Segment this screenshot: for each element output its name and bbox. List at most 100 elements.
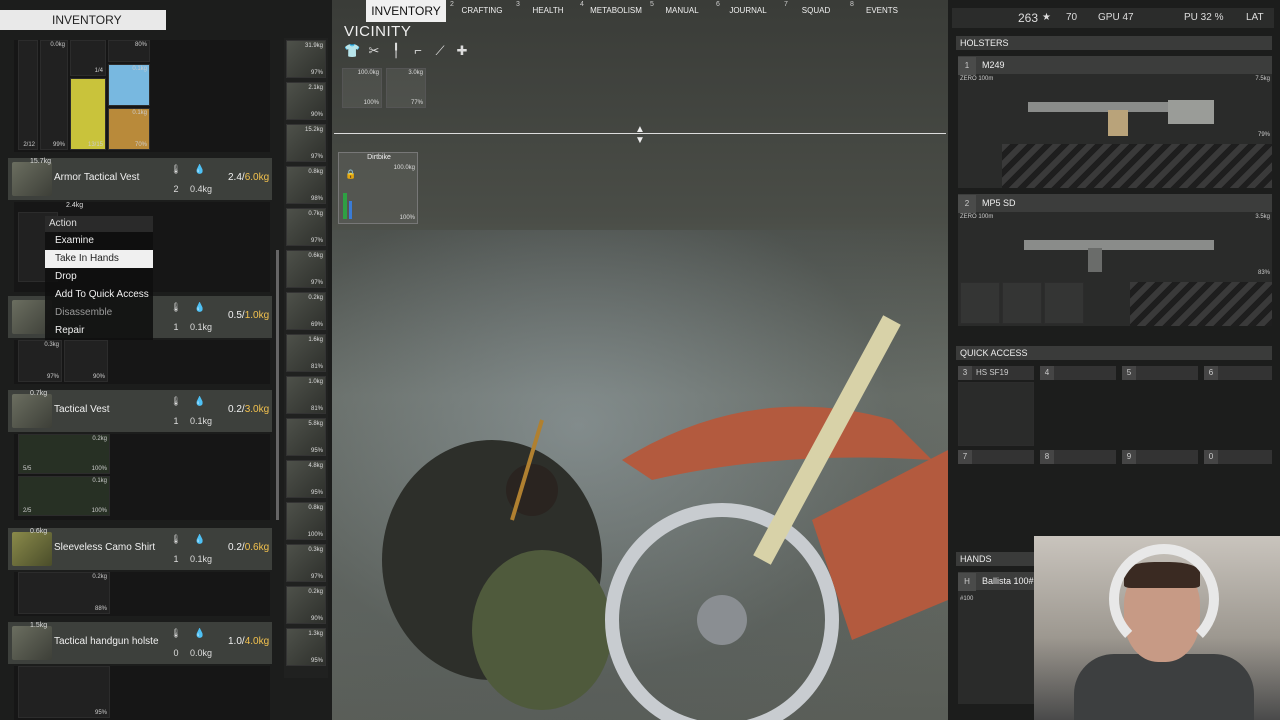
temperature-icon: 🌡 — [170, 164, 182, 174]
container-armor-vest[interactable]: 15.7kg Armor Tactical Vest 🌡 2 💧 0.4kg 2… — [8, 158, 272, 200]
inventory-scrollbar[interactable] — [276, 250, 279, 520]
quick-slot-6[interactable]: 6 — [1204, 366, 1272, 380]
menu-item-take-in-hands[interactable]: Take In Hands — [45, 250, 153, 268]
quick-slot-8[interactable]: 8 — [1040, 450, 1116, 464]
quick-slot-7[interactable]: 7 — [958, 450, 1034, 464]
knife-filter-icon[interactable]: ╿ — [388, 43, 404, 59]
inventory-item-seeds[interactable]: 0.1kg 100% 2/5 — [18, 476, 110, 516]
shirt-grid: 0.3kg 97% 90% — [14, 340, 270, 384]
container-capacity: 2.4/6.0kg — [228, 172, 270, 183]
equipment-slot[interactable]: 0.2kg 90% — [286, 586, 326, 624]
medical-filter-icon[interactable]: ✚ — [454, 43, 470, 59]
equipment-slot[interactable]: 31.9kg 97% — [286, 40, 326, 78]
inventory-item-small[interactable]: 1/4 — [70, 40, 106, 76]
weapon-attachments-grid — [1130, 282, 1272, 326]
equipment-slot[interactable]: 5.8kg 95% — [286, 418, 326, 456]
equipment-strip: 31.9kg 97% 2.1kg 90% 15.2kg 97% 0.8kg 98% 0.7kg 9… — [284, 38, 328, 678]
armor-vest-thumbnail — [12, 162, 52, 196]
container-camo-shirt[interactable]: 0.6kg Sleeveless Camo Shirt 🌡 1 💧 0.1kg … — [8, 528, 272, 570]
inventory-item-knife[interactable]: 0.0kg 99% — [40, 40, 68, 150]
equipment-slot[interactable]: 1.6kg 81% — [286, 334, 326, 372]
inventory-item-canteen[interactable]: 13/15 — [70, 78, 106, 150]
tactical-vest-thumbnail — [12, 394, 52, 428]
weapon-slot-primary[interactable]: 1 M249 ZERO 100m 7.5kg 79% — [958, 56, 1272, 188]
hands-slot[interactable]: H Ballista 100# #100 — [958, 572, 1038, 704]
equipment-slot[interactable]: 2.1kg 90% — [286, 82, 326, 120]
tab-inventory[interactable]: INVENTORY — [366, 0, 446, 22]
vehicle-dirtbike-card[interactable]: Dirtbike 100.0kg 🔒 100% — [338, 152, 418, 224]
attachment-slot-mount[interactable] — [1002, 282, 1042, 324]
tab-health[interactable]: 3 HEALTH — [516, 0, 572, 22]
equipment-slot[interactable]: 0.7kg 97% — [286, 208, 326, 246]
quick-slot-0[interactable]: 0 — [1204, 450, 1272, 464]
quick-item-pistol[interactable] — [958, 382, 1034, 446]
tab-journal[interactable]: 6 JOURNAL — [716, 0, 772, 22]
equipment-slot[interactable]: 0.2kg 69% — [286, 292, 326, 330]
temperature-icon: 🌡 — [170, 628, 182, 638]
vicinity-item-dirtbike[interactable]: 100.0kg 100% — [342, 68, 382, 108]
resize-handle-icon[interactable]: ▲ ▼ — [632, 124, 648, 146]
tab-events[interactable]: 8 EVENTS — [850, 0, 906, 22]
holster-grid: 95% — [14, 666, 270, 720]
player-body — [472, 550, 612, 710]
inventory-item-wrench[interactable]: 0.3kg 97% — [18, 340, 62, 382]
tab-metabolism[interactable]: 4 METABOLISM — [580, 0, 644, 22]
equipment-slot[interactable]: 0.8kg 100% — [286, 502, 326, 540]
container-tactical-vest[interactable]: 0.7kg Tactical Vest 🌡 1 💧 0.1kg 0.2/3.0k… — [8, 390, 272, 432]
attachment-slot-rail[interactable] — [960, 282, 1000, 324]
camo-shirt-grid: 0.2kg 88% — [14, 572, 270, 616]
equipment-slot[interactable]: 1.0kg 81% — [286, 376, 326, 414]
temperature-icon: 🌡 — [170, 396, 182, 406]
menu-item-add-quick-access[interactable]: Add To Quick Access — [45, 286, 153, 304]
context-menu-header: Action — [45, 216, 153, 232]
streamer-webcam — [1034, 536, 1280, 720]
tab-squad[interactable]: 7 SQUAD — [784, 0, 840, 22]
quick-slot-4[interactable]: 4 — [1040, 366, 1116, 380]
pistol-filter-icon[interactable]: ⌐ — [410, 43, 426, 59]
temperature-icon: 🌡 — [170, 302, 182, 312]
shirt-filter-icon[interactable]: 👕 — [344, 43, 360, 59]
container-capacity: 0.5/1.0kg — [228, 310, 270, 321]
melee-filter-icon[interactable]: ✂ — [366, 43, 382, 59]
menu-item-repair[interactable]: Repair — [45, 322, 153, 340]
inventory-item-water[interactable]: 0.1kg — [108, 64, 150, 106]
weapon-slot-secondary[interactable]: 2 MP5 SD ZERO 100m 3.5kg 83% — [958, 194, 1272, 326]
game-world-view — [332, 0, 948, 720]
inventory-item-rod[interactable]: 2/12 — [18, 40, 38, 150]
menu-item-examine[interactable]: Examine — [45, 232, 153, 250]
quick-slot-9[interactable]: 9 — [1122, 450, 1198, 464]
inventory-item-seeds[interactable]: 0.2kg 100% 5/5 — [18, 434, 110, 474]
inventory-header: INVENTORY — [0, 10, 166, 30]
equipment-slot[interactable]: 0.8kg 98% — [286, 166, 326, 204]
bike-hub — [697, 595, 747, 645]
container-handgun-holster[interactable]: 1.5kg Tactical handgun holste 🌡 0 💧 0.0k… — [8, 622, 272, 664]
equipment-slot[interactable]: 1.3kg 95% — [286, 628, 326, 666]
holsters-header: HOLSTERS — [956, 36, 1272, 50]
equipment-slot[interactable]: 0.6kg 97% — [286, 250, 326, 288]
equipment-slot[interactable]: 4.8kg 95% — [286, 460, 326, 498]
inventory-item-can[interactable]: 80% — [108, 40, 150, 62]
vicinity-title: VICINITY — [344, 23, 412, 40]
attachment-slot-mag[interactable] — [1044, 282, 1084, 324]
quick-slot-3[interactable]: 3 HS SF19 — [958, 366, 1034, 380]
equipment-slot[interactable]: 15.2kg 97% — [286, 124, 326, 162]
status-bar: 263 ★ 70 GPU 47 PU 32 % LAT — [952, 8, 1274, 28]
container-capacity: 0.2/3.0kg — [228, 404, 270, 415]
tab-crafting[interactable]: 2 CRAFTING — [450, 0, 506, 22]
inventory-item-grenade[interactable]: 90% — [64, 340, 108, 382]
tab-manual[interactable]: 5 MANUAL — [650, 0, 706, 22]
tool-filter-icon[interactable]: ⟋ — [432, 43, 448, 59]
inventory-item-bandage[interactable]: 0.2kg 88% — [18, 572, 110, 614]
menu-item-drop[interactable]: Drop — [45, 268, 153, 286]
water-drop-icon: 💧 — [194, 164, 206, 174]
hands-header: HANDS — [956, 552, 1036, 566]
scene-illustration — [382, 315, 948, 720]
vehicle-fuel-bar — [343, 193, 347, 219]
quick-slot-5[interactable]: 5 — [1122, 366, 1198, 380]
inventory-item-bread[interactable]: 0.1kg 70% — [108, 108, 150, 150]
inventory-panel: INVENTORY 2/12 0.0kg 99% 1/4 80% 13/15 0… — [0, 0, 332, 720]
equipment-slot[interactable]: 0.3kg 97% — [286, 544, 326, 582]
vicinity-item-pistol[interactable]: 3.0kg 77% — [386, 68, 426, 108]
quick-access-header: QUICK ACCESS — [956, 346, 1272, 360]
inventory-item-pistol[interactable]: 95% — [18, 666, 110, 718]
